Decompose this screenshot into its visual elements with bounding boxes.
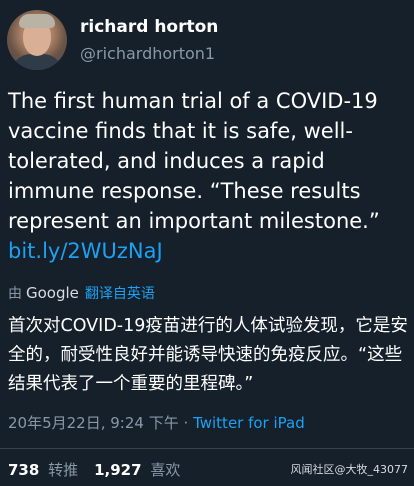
user-handle[interactable]: @richardhorton1	[80, 43, 218, 65]
timestamp[interactable]: 20年5月22日, 9:24 下午	[8, 414, 179, 432]
google-logo: Google	[26, 284, 79, 302]
display-name[interactable]: richard horton	[80, 16, 218, 38]
tweet-meta: 20年5月22日, 9:24 下午 · Twitter for iPad	[8, 412, 305, 433]
retweets-stat[interactable]: 738 转推	[8, 459, 78, 480]
watermark: 风闻社区@大牧_43077	[290, 463, 409, 476]
tweet-header: richard horton @richardhorton1	[7, 10, 218, 70]
divider	[0, 448, 414, 449]
avatar-hair	[19, 14, 55, 28]
translation-by-label: 由	[8, 286, 22, 302]
tweet-link[interactable]: bit.ly/2WUzNaJ	[8, 239, 163, 263]
likes-stat[interactable]: 1,927 喜欢	[94, 459, 180, 480]
likes-count: 1,927	[94, 461, 142, 479]
meta-separator: ·	[183, 414, 189, 432]
avatar[interactable]	[7, 10, 67, 70]
retweets-label: 转推	[48, 461, 79, 479]
translation-attribution: 由 Google 翻译自英语	[8, 283, 155, 303]
user-names: richard horton @richardhorton1	[80, 16, 218, 65]
translated-text: 首次对COVID-19疫苗进行的人体试验发现，它是安全的，耐受性良好并能诱导快速…	[8, 316, 408, 394]
avatar-shirt	[11, 54, 63, 70]
likes-label: 喜欢	[150, 461, 181, 479]
retweets-count: 738	[8, 461, 40, 479]
tweet-text: The first human trial of a COVID-19 vacc…	[8, 86, 408, 266]
tweet-stats: 738 转推 1,927 喜欢	[8, 459, 196, 480]
translate-action[interactable]: 翻译自英语	[85, 283, 155, 303]
source-link[interactable]: Twitter for iPad	[193, 414, 305, 432]
tweet-body: The first human trial of a COVID-19 vacc…	[8, 89, 380, 233]
